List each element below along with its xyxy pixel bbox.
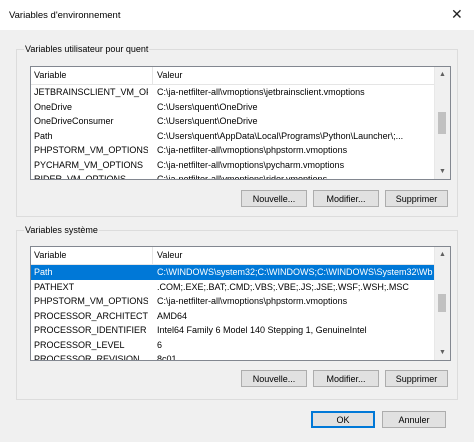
- variable-name: PROCESSOR_IDENTIFIER: [34, 325, 147, 335]
- variable-value: AMD64: [157, 310, 188, 321]
- chevron-down-icon[interactable]: ▼: [435, 164, 450, 179]
- variable-name: PHPSTORM_VM_OPTIONS: [34, 296, 148, 306]
- variable-name: JETBRAINSCLIENT_VM_OPTI...: [34, 87, 148, 97]
- table-row[interactable]: JETBRAINSCLIENT_VM_OPTI... C:\ja-netfilte…: [31, 85, 434, 100]
- user-edit-button[interactable]: Modifier...: [313, 190, 379, 207]
- chevron-down-icon[interactable]: ▼: [435, 345, 450, 360]
- variable-value: 6: [157, 339, 163, 350]
- variable-name: Path: [34, 130, 53, 141]
- variable-name: PYCHARM_VM_OPTIONS: [34, 159, 144, 170]
- variable-value: C:\ja-netfilter-all\vmoptions\phpstorm.v…: [157, 296, 348, 306]
- variable-value: C:\Users\quent\AppData\Local\Programs\Py…: [157, 130, 404, 141]
- table-row[interactable]: OneDriveConsumer C:\Users\quent\OneDrive: [31, 114, 434, 129]
- user-variables-scrollbar[interactable]: ▲ ▼: [434, 67, 450, 179]
- ok-button[interactable]: OK: [311, 411, 375, 428]
- column-header-value[interactable]: Valeur: [157, 70, 182, 80]
- variable-value: C:\ja-netfilter-all\vmoptions\pycharm.vm…: [157, 159, 345, 170]
- title-bar[interactable]: Variables d'environnement ✕: [0, 0, 474, 30]
- close-button[interactable]: ✕: [438, 0, 474, 30]
- chevron-up-icon[interactable]: ▲: [435, 67, 450, 82]
- scrollbar-thumb[interactable]: [438, 112, 446, 134]
- table-row[interactable]: PHPSTORM_VM_OPTIONS C:\ja-netfilter-all\v…: [31, 143, 434, 158]
- system-variables-label: Variables système: [24, 225, 99, 235]
- variable-value: C:\Users\quent\OneDrive: [157, 116, 258, 126]
- variable-name: OneDrive: [34, 101, 73, 112]
- variable-name: Path: [34, 267, 53, 277]
- user-new-button[interactable]: Nouvelle...: [241, 190, 307, 207]
- system-delete-button[interactable]: Supprimer: [385, 370, 448, 387]
- cancel-button[interactable]: Annuler: [382, 411, 446, 428]
- user-variables-header: Variable Valeur: [31, 67, 434, 85]
- close-icon: ✕: [451, 6, 463, 22]
- system-variables-group: Variables système Variable Valeur Path C:…: [16, 225, 458, 400]
- variable-name: OneDriveConsumer: [34, 116, 114, 126]
- table-row[interactable]: PROCESSOR_ARCHITECTURE AMD64: [31, 309, 434, 324]
- user-delete-button[interactable]: Supprimer: [385, 190, 448, 207]
- table-row[interactable]: PHPSTORM_VM_OPTIONS C:\ja-netfilter-all\v…: [31, 294, 434, 309]
- column-header-variable[interactable]: Variable: [34, 250, 66, 260]
- variable-name: PROCESSOR_REVISION: [34, 354, 140, 361]
- column-separator[interactable]: [152, 247, 153, 264]
- variable-value: C:\WINDOWS\system32;C:\WINDOWS;C:\WINDOW…: [157, 267, 433, 277]
- window-title: Variables d'environnement: [9, 10, 121, 21]
- variable-value: Intel64 Family 6 Model 140 Stepping 1, G…: [157, 325, 367, 335]
- system-variables-scrollbar[interactable]: ▲ ▼: [434, 247, 450, 360]
- variable-value: C:\ja-netfilter-all\vmoptions\jetbrainsc…: [157, 87, 365, 97]
- system-variables-rows: Path C:\WINDOWS\system32;C:\WINDOWS;C:\WI…: [31, 265, 434, 361]
- scrollbar-thumb[interactable]: [438, 294, 446, 312]
- system-variables-list[interactable]: Variable Valeur Path C:\WINDOWS\system32;…: [30, 246, 451, 361]
- table-row[interactable]: PROCESSOR_REVISION 8c01: [31, 352, 434, 361]
- variable-name: RIDER_VM_OPTIONS: [34, 174, 127, 180]
- variable-value: C:\Users\quent\OneDrive: [157, 101, 258, 112]
- table-row[interactable]: PYCHARM_VM_OPTIONS C:\ja-netfilter-all\vm…: [31, 158, 434, 173]
- variable-name: PATHEXT: [34, 281, 75, 292]
- environment-variables-dialog: Variables d'environnement ✕ Variables ut…: [0, 0, 474, 442]
- system-edit-button[interactable]: Modifier...: [313, 370, 379, 387]
- column-header-variable[interactable]: Variable: [34, 70, 66, 80]
- table-row[interactable]: OneDrive C:\Users\quent\OneDrive: [31, 100, 434, 115]
- variable-value: .COM;.EXE;.BAT;.CMD;.VBS;.VBE;.JS;.JSE;.…: [157, 281, 409, 292]
- user-variables-label: Variables utilisateur pour quent: [24, 44, 150, 54]
- system-new-button[interactable]: Nouvelle...: [241, 370, 307, 387]
- user-variables-group: Variables utilisateur pour quent Variabl…: [16, 44, 458, 217]
- variable-value: C:\ja-netfilter-all\vmoptions\phpstorm.v…: [157, 145, 348, 155]
- table-row-selected[interactable]: Path C:\WINDOWS\system32;C:\WINDOWS;C:\WI…: [31, 265, 434, 280]
- table-row[interactable]: RIDER_VM_OPTIONS C:\ja-netfilter-all\vmop…: [31, 172, 434, 180]
- variable-name: PROCESSOR_LEVEL: [34, 339, 125, 350]
- table-row[interactable]: PROCESSOR_LEVEL 6: [31, 338, 434, 353]
- user-variables-rows: JETBRAINSCLIENT_VM_OPTI... C:\ja-netfilte…: [31, 85, 434, 180]
- variable-name: PROCESSOR_ARCHITECTURE: [34, 310, 148, 321]
- variable-name: PHPSTORM_VM_OPTIONS: [34, 145, 148, 155]
- column-separator[interactable]: [152, 67, 153, 84]
- table-row[interactable]: Path C:\Users\quent\AppData\Local\Program…: [31, 129, 434, 144]
- system-variables-header: Variable Valeur: [31, 247, 434, 265]
- table-row[interactable]: PATHEXT .COM;.EXE;.BAT;.CMD;.VBS;.VBE;.JS…: [31, 280, 434, 295]
- variable-value: C:\ja-netfilter-all\vmoptions\rider.vmop…: [157, 174, 328, 180]
- chevron-up-icon[interactable]: ▲: [435, 247, 450, 262]
- table-row[interactable]: PROCESSOR_IDENTIFIER Intel64 Family 6 Mod…: [31, 323, 434, 338]
- column-header-value[interactable]: Valeur: [157, 250, 182, 260]
- user-variables-list[interactable]: Variable Valeur JETBRAINSCLIENT_VM_OPTI.…: [30, 66, 451, 180]
- variable-value: 8c01: [157, 354, 177, 361]
